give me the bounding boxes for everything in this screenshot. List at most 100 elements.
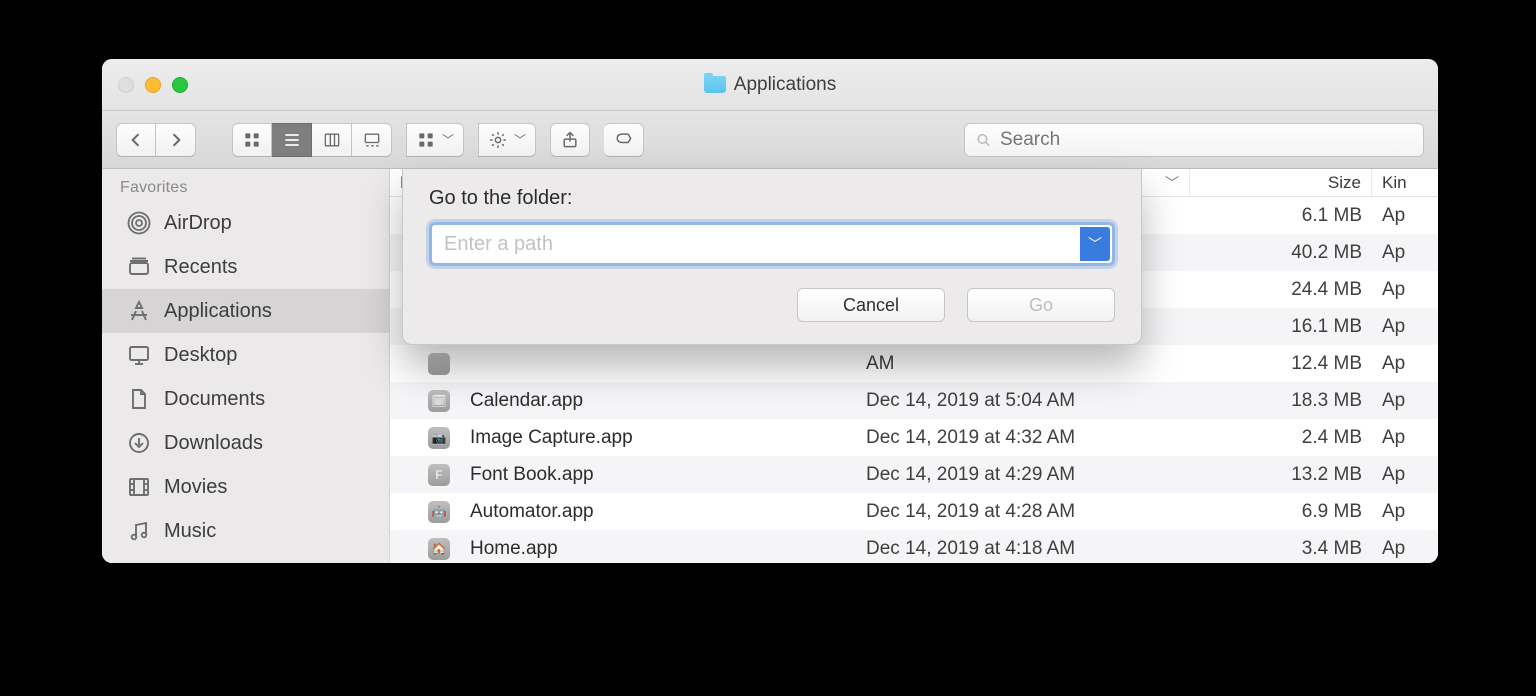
- chevron-right-icon: [166, 130, 186, 150]
- sort-indicator-icon: ﹀: [1165, 173, 1179, 193]
- file-name: Font Book.app: [460, 464, 856, 486]
- file-kind: Ap: [1372, 501, 1438, 523]
- gear-icon: [488, 130, 508, 150]
- share-icon: [560, 130, 580, 150]
- file-kind: Ap: [1372, 390, 1438, 412]
- file-row[interactable]: 📷Image Capture.appDec 14, 2019 at 4:32 A…: [390, 419, 1438, 456]
- sidebar-item-music[interactable]: Music: [102, 509, 389, 553]
- file-kind: Ap: [1372, 279, 1438, 301]
- file-size: 6.1 MB: [1190, 205, 1372, 227]
- group-by-button[interactable]: ﹀: [406, 123, 464, 157]
- cancel-button[interactable]: Cancel: [797, 288, 945, 322]
- list-icon: [282, 130, 302, 150]
- sidebar-item-label: Documents: [164, 388, 265, 411]
- sidebar-item-label: Desktop: [164, 344, 237, 367]
- share-button[interactable]: [550, 123, 590, 157]
- search-field[interactable]: [964, 123, 1424, 157]
- desktop-icon: [126, 342, 152, 368]
- zoom-window-button[interactable]: [172, 77, 188, 93]
- file-date: Dec 14, 2019 at 4:28 AM: [856, 501, 1190, 523]
- file-kind: Ap: [1372, 242, 1438, 264]
- sidebar-item-downloads[interactable]: Downloads: [102, 421, 389, 465]
- go-to-folder-sheet: Go to the folder: ﹀ Cancel Go: [402, 169, 1142, 345]
- file-row[interactable]: FFont Book.appDec 14, 2019 at 4:29 AM13.…: [390, 456, 1438, 493]
- group-by-button-group: ﹀: [406, 123, 464, 157]
- gallery-view-button[interactable]: [352, 123, 392, 157]
- chevron-down-icon: ﹀: [514, 131, 526, 148]
- downloads-icon: [126, 430, 152, 456]
- sidebar: Favorites AirDrop Recents Applications D…: [102, 169, 390, 563]
- toolbar: ﹀ ﹀: [102, 111, 1438, 169]
- file-size: 16.1 MB: [1190, 316, 1372, 338]
- list-view-button[interactable]: [272, 123, 312, 157]
- file-size: 40.2 MB: [1190, 242, 1372, 264]
- titlebar: Applications: [102, 59, 1438, 111]
- back-button[interactable]: [116, 123, 156, 157]
- go-to-folder-label: Go to the folder:: [429, 187, 1115, 210]
- go-to-folder-field[interactable]: ﹀: [429, 222, 1115, 266]
- file-row[interactable]: 🤖Automator.appDec 14, 2019 at 4:28 AM6.9…: [390, 493, 1438, 530]
- sidebar-item-label: Applications: [164, 300, 272, 323]
- sidebar-section-label: Favorites: [102, 177, 389, 201]
- column-header-kind[interactable]: Kin: [1372, 169, 1438, 196]
- file-date: Dec 14, 2019 at 5:04 AM: [856, 390, 1190, 412]
- sidebar-item-desktop[interactable]: Desktop: [102, 333, 389, 377]
- columns-icon: [322, 130, 342, 150]
- airdrop-icon: [126, 210, 152, 236]
- file-size: 3.4 MB: [1190, 538, 1372, 560]
- app-icon: [390, 353, 460, 375]
- window-title: Applications: [734, 74, 836, 96]
- file-row[interactable]: AM12.4 MBAp: [390, 345, 1438, 382]
- sidebar-item-label: Recents: [164, 256, 237, 279]
- documents-icon: [126, 386, 152, 412]
- column-view-button[interactable]: [312, 123, 352, 157]
- minimize-window-button[interactable]: [145, 77, 161, 93]
- action-button-group: ﹀: [478, 123, 536, 157]
- sidebar-item-label: Music: [164, 520, 216, 543]
- app-icon: 🏠: [390, 538, 460, 560]
- file-row[interactable]: 🏠Home.appDec 14, 2019 at 4:18 AM3.4 MBAp: [390, 530, 1438, 563]
- file-row[interactable]: 🗓Calendar.appDec 14, 2019 at 5:04 AM18.3…: [390, 382, 1438, 419]
- column-header-size[interactable]: Size: [1190, 169, 1372, 196]
- file-kind: Ap: [1372, 538, 1438, 560]
- file-size: 12.4 MB: [1190, 353, 1372, 375]
- sidebar-item-recents[interactable]: Recents: [102, 245, 389, 289]
- file-date: Dec 14, 2019 at 4:32 AM: [856, 427, 1190, 449]
- search-input[interactable]: [1000, 129, 1413, 151]
- close-window-button[interactable]: [118, 77, 134, 93]
- file-name: Home.app: [460, 538, 856, 560]
- path-history-dropdown[interactable]: ﹀: [1080, 227, 1110, 261]
- app-icon: F: [390, 464, 460, 486]
- traffic-lights: [118, 77, 188, 93]
- applications-icon: [126, 298, 152, 324]
- file-name: Automator.app: [460, 501, 856, 523]
- file-size: 18.3 MB: [1190, 390, 1372, 412]
- file-size: 6.9 MB: [1190, 501, 1372, 523]
- file-kind: Ap: [1372, 316, 1438, 338]
- sidebar-item-documents[interactable]: Documents: [102, 377, 389, 421]
- icon-view-button[interactable]: [232, 123, 272, 157]
- sidebar-item-label: Movies: [164, 476, 227, 499]
- file-name: Calendar.app: [460, 390, 856, 412]
- file-name: Image Capture.app: [460, 427, 856, 449]
- music-icon: [126, 518, 152, 544]
- app-icon: 🤖: [390, 501, 460, 523]
- action-menu-button[interactable]: ﹀: [478, 123, 536, 157]
- file-kind: Ap: [1372, 427, 1438, 449]
- grid-icon: [242, 130, 262, 150]
- app-icon: 🗓: [390, 390, 460, 412]
- go-button[interactable]: Go: [967, 288, 1115, 322]
- file-kind: Ap: [1372, 464, 1438, 486]
- tags-button[interactable]: [604, 123, 644, 157]
- view-mode-buttons: [232, 123, 392, 157]
- go-to-folder-input[interactable]: [432, 225, 1112, 263]
- sidebar-item-applications[interactable]: Applications: [102, 289, 389, 333]
- sidebar-item-airdrop[interactable]: AirDrop: [102, 201, 389, 245]
- app-icon: 📷: [390, 427, 460, 449]
- forward-button[interactable]: [156, 123, 196, 157]
- chevron-left-icon: [126, 130, 146, 150]
- recents-icon: [126, 254, 152, 280]
- file-size: 24.4 MB: [1190, 279, 1372, 301]
- gallery-icon: [362, 130, 382, 150]
- sidebar-item-movies[interactable]: Movies: [102, 465, 389, 509]
